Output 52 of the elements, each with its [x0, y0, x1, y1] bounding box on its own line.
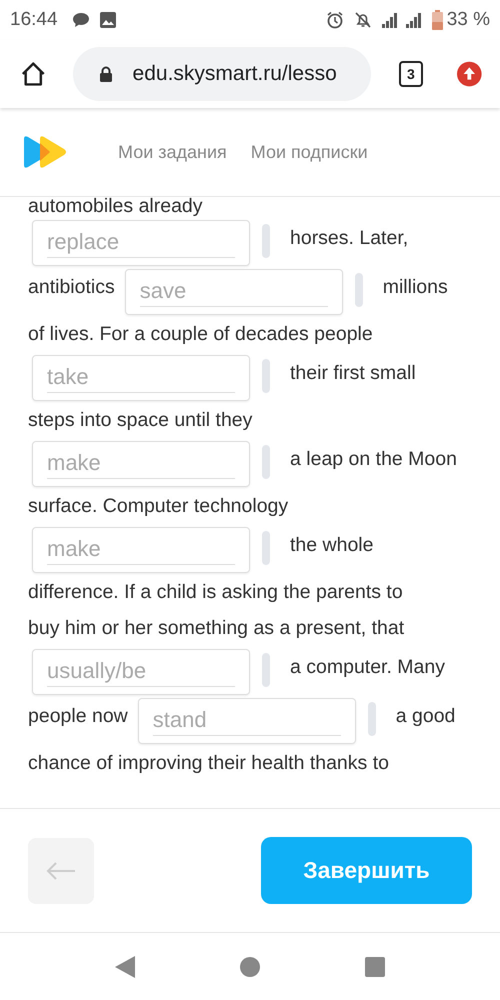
upload-icon[interactable]: [457, 61, 482, 87]
exercise-text: chance of improving their health thanks to: [28, 751, 389, 776]
bell-off-icon: [354, 11, 372, 29]
tab-count-button[interactable]: 3: [398, 61, 424, 87]
home-circle-icon[interactable]: [240, 956, 260, 976]
battery-percent: 33 %: [446, 9, 490, 31]
exercise-text: millions: [382, 275, 448, 300]
exercise-text: antibiotics: [28, 275, 115, 300]
back-icon[interactable]: [115, 956, 135, 978]
answer-field[interactable]: usually/be: [32, 649, 250, 695]
left-arrow-icon: [45, 860, 77, 880]
answer-field[interactable]: replace: [32, 220, 250, 266]
answer-field[interactable]: make: [32, 527, 250, 573]
exercise-text: the whole: [290, 533, 374, 558]
finish-button[interactable]: Завершить: [261, 837, 472, 904]
signal-icon: [382, 11, 422, 29]
home-icon[interactable]: [20, 60, 47, 88]
drag-handle[interactable]: [262, 359, 270, 393]
exercise-text: people now: [28, 704, 128, 729]
chat-bubble-icon: [72, 12, 90, 28]
nav-link[interactable]: Мои подписки: [250, 142, 368, 162]
address-bar[interactable]: edu.skysmart.ru/lesso: [72, 47, 371, 101]
status-time: 16:44: [10, 9, 58, 31]
answer-field[interactable]: stand: [138, 698, 356, 744]
drag-handle[interactable]: [262, 653, 270, 687]
answer-field[interactable]: take: [32, 355, 250, 401]
drag-handle[interactable]: [262, 224, 270, 258]
exercise-text: buy him or her something as a present, that: [28, 616, 404, 641]
image-icon: [100, 12, 116, 28]
nav-link[interactable]: Мои задания: [118, 142, 227, 162]
exercise-text: steps into space until they: [28, 408, 252, 433]
alarm-clock-icon: [326, 11, 344, 29]
logo-icon: [22, 135, 68, 169]
drag-handle[interactable]: [262, 445, 270, 479]
battery-icon: [432, 10, 443, 30]
exercise-text: of lives. For a couple of decades people: [28, 322, 373, 347]
exercise-text: difference. If a child is asking the parents to: [28, 580, 403, 605]
exercise-text: a computer. Many: [290, 655, 445, 680]
exercise-text: a leap on the Moon: [290, 447, 457, 472]
exercise-text: automobiles already: [28, 197, 203, 217]
drag-handle[interactable]: [354, 273, 363, 307]
answer-field[interactable]: make: [32, 441, 250, 487]
drag-handle[interactable]: [368, 702, 376, 736]
exercise-text: a good: [396, 704, 456, 729]
exercise-text: surface. Computer technology: [28, 494, 288, 519]
recents-icon[interactable]: [365, 956, 385, 976]
answer-field[interactable]: save: [124, 269, 343, 315]
url-text: edu.skysmart.ru/lesso: [132, 62, 337, 86]
exercise-text: their first small: [290, 361, 416, 386]
drag-handle[interactable]: [262, 531, 270, 565]
exercise-text: horses. Later,: [290, 226, 408, 251]
lock-icon: [98, 66, 113, 82]
